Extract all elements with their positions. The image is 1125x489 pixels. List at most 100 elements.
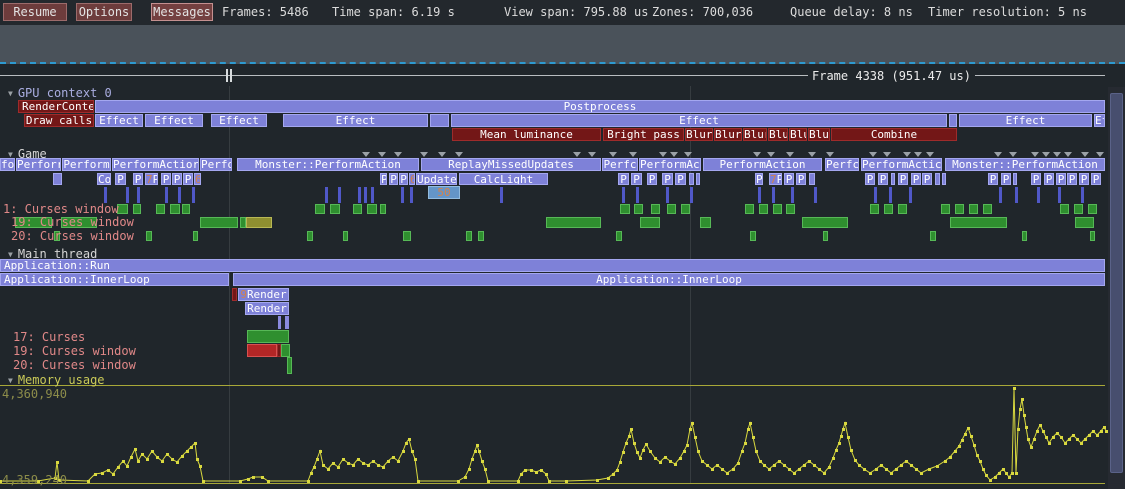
zone-p[interactable]: P	[631, 173, 642, 185]
marker-triangle-icon[interactable]	[438, 152, 446, 157]
zone-perform[interactable]: Perform	[62, 158, 111, 171]
resume-button[interactable]: Resume	[3, 3, 67, 21]
zone-br[interactable]	[247, 344, 277, 357]
zone-fo[interactable]: fo	[0, 158, 15, 171]
zone-g[interactable]	[146, 231, 152, 241]
zone-g[interactable]	[681, 204, 690, 214]
marker-triangle-icon[interactable]	[786, 152, 794, 157]
zone-p[interactable]: P	[161, 173, 171, 185]
zone-p[interactable]	[949, 114, 957, 127]
marker-triangle-icon[interactable]	[588, 152, 596, 157]
zone-performactior[interactable]: PerformActior	[112, 158, 199, 171]
zone-g[interactable]	[1074, 204, 1083, 214]
marker-triangle-icon[interactable]	[378, 152, 386, 157]
marker-triangle-icon[interactable]	[362, 152, 370, 157]
marker-triangle-icon[interactable]	[1053, 152, 1061, 157]
zone-blur[interactable]: Blur	[808, 128, 830, 141]
marker-triangle-icon[interactable]	[420, 152, 428, 157]
zone-blu[interactable]: Blu	[789, 128, 807, 141]
zone-p[interactable]	[53, 173, 62, 185]
marker-triangle-icon[interactable]	[684, 152, 692, 157]
zone-g[interactable]	[403, 231, 411, 241]
zone-g[interactable]	[380, 204, 386, 214]
zone-g[interactable]	[343, 231, 348, 241]
zone-blur[interactable]: Blur	[714, 128, 742, 141]
zone-g[interactable]	[823, 231, 828, 241]
zone-effect[interactable]: Effect	[959, 114, 1092, 127]
zone-calclight[interactable]: CalcLight	[459, 173, 548, 185]
zone-render[interactable]: 9Render	[238, 288, 289, 301]
options-button[interactable]: Options	[76, 3, 132, 21]
zone-p[interactable]: P	[988, 173, 998, 185]
zone-g[interactable]	[700, 217, 711, 228]
zone-g[interactable]	[1075, 217, 1094, 228]
zone-perfoi[interactable]: Perfoi	[200, 158, 232, 171]
zone-g[interactable]	[620, 204, 630, 214]
zone-g[interactable]	[616, 231, 622, 241]
zone-perfc[interactable]: Perfc	[825, 158, 859, 171]
zone-g[interactable]	[651, 204, 660, 214]
zone-b[interactable]: 50	[428, 186, 460, 199]
marker-triangle-icon[interactable]	[629, 152, 637, 157]
zone-g[interactable]	[182, 204, 190, 214]
marker-triangle-icon[interactable]	[994, 152, 1002, 157]
zone-render[interactable]: Render	[245, 302, 289, 315]
zone-p[interactable]: P	[675, 173, 686, 185]
zone-p[interactable]: 6	[194, 173, 201, 185]
zone-performaction[interactable]: PerformAction	[703, 158, 822, 171]
zone-g[interactable]	[133, 204, 141, 214]
zone-effect[interactable]: Effect	[145, 114, 203, 127]
zone-g[interactable]	[1060, 204, 1069, 214]
zone-performactic[interactable]: PerformActic	[861, 158, 942, 171]
zone-p[interactable]: P	[380, 173, 387, 185]
zone-p[interactable]: P	[898, 173, 908, 185]
collapse-arrow-icon[interactable]: ▼	[8, 250, 13, 259]
zone-g[interactable]	[353, 204, 362, 214]
zone-g[interactable]	[170, 204, 180, 214]
zone-monster-performaction[interactable]: Monster::PerformAction	[237, 158, 419, 171]
zone-p[interactable]: P	[115, 173, 126, 185]
zone-p[interactable]: P	[1031, 173, 1041, 185]
zone-p[interactable]: P	[172, 173, 182, 185]
zone-p[interactable]: P	[1044, 173, 1054, 185]
zone-mean-luminance[interactable]: Mean luminance	[452, 128, 601, 141]
zone-p[interactable]: P	[878, 173, 888, 185]
zone-g[interactable]	[1022, 231, 1027, 241]
zone-g[interactable]	[640, 217, 660, 228]
marker-triangle-icon[interactable]	[394, 152, 402, 157]
zone-effect[interactable]: Effect	[95, 114, 143, 127]
zone-g[interactable]	[941, 204, 950, 214]
zone-effect[interactable]: Effect	[283, 114, 428, 127]
marker-triangle-icon[interactable]	[903, 152, 911, 157]
zone-p[interactable]: 6	[409, 173, 415, 185]
zone-g[interactable]	[466, 231, 472, 241]
zone-g[interactable]	[750, 231, 756, 241]
zone-ef[interactable]: Ef	[1094, 114, 1105, 127]
marker-triangle-icon[interactable]	[1081, 152, 1089, 157]
zone-g[interactable]	[281, 344, 290, 357]
zone-g[interactable]	[315, 204, 325, 214]
zone-p[interactable]	[430, 114, 449, 127]
messages-button[interactable]: Messages	[151, 3, 213, 21]
zone-g[interactable]	[950, 217, 1007, 228]
zone-monster-performaction[interactable]: Monster::PerformAction	[945, 158, 1105, 171]
zone-p[interactable]	[935, 173, 940, 185]
marker-triangle-icon[interactable]	[926, 152, 934, 157]
zone-p[interactable]: P	[755, 173, 763, 185]
section-header-memory[interactable]: ▼Memory usage	[8, 373, 105, 387]
zone-g[interactable]	[478, 231, 484, 241]
marker-triangle-icon[interactable]	[914, 152, 922, 157]
zone-g[interactable]	[786, 204, 795, 214]
frames-overview-strip[interactable]	[0, 25, 1125, 64]
zone-perforr[interactable]: Perforr	[16, 158, 61, 171]
zone-effect[interactable]: Effect	[451, 114, 947, 127]
zone-p[interactable]: P	[618, 173, 629, 185]
zone-g[interactable]	[1088, 204, 1097, 214]
zone-p[interactable]: P	[784, 173, 794, 185]
marker-triangle-icon[interactable]	[767, 152, 775, 157]
zone-replaymissedupdates[interactable]: ReplayMissedUpdates	[421, 158, 601, 171]
zone-g[interactable]	[330, 204, 340, 214]
zone-performactio[interactable]: PerformActio	[639, 158, 701, 171]
zone-p[interactable]: P	[1067, 173, 1077, 185]
zone-p[interactable]	[809, 173, 815, 185]
